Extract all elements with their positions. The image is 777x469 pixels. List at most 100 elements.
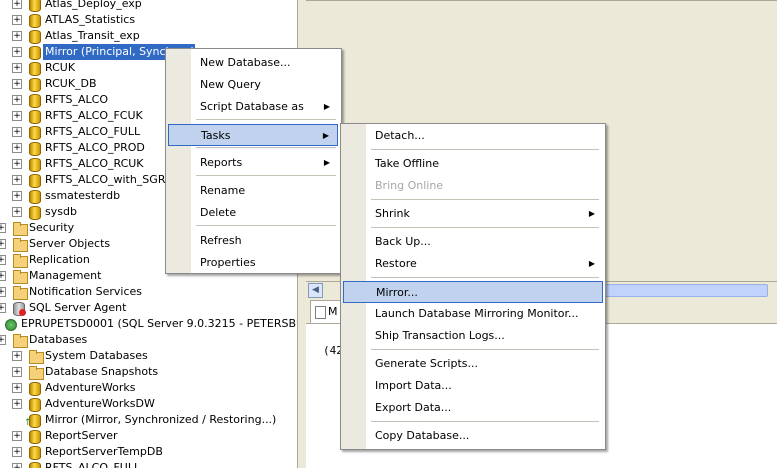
tree-node[interactable]: + AdventureWorksDW xyxy=(0,396,297,412)
expand-icon[interactable]: + xyxy=(12,47,22,57)
menu-item-label: Script Database as xyxy=(200,100,304,113)
tree-node[interactable]: + SQL Server Agent xyxy=(0,300,297,316)
database-icon xyxy=(29,430,41,444)
tree-node-label: RFTS_ALCO_FULL xyxy=(45,125,141,138)
menu-item-label: Copy Database... xyxy=(375,429,470,442)
menu-separator xyxy=(371,227,599,228)
tree-node-label: RFTS_ALCO_FCUK xyxy=(45,109,143,122)
expand-icon[interactable]: + xyxy=(0,239,6,249)
tree-node[interactable]: + Database Snapshots xyxy=(0,364,297,380)
menu-item-tasks[interactable]: Tasks ▶ xyxy=(168,124,338,146)
expand-icon[interactable]: + xyxy=(0,335,6,345)
menu-item-generate-scripts[interactable]: Generate Scripts... xyxy=(343,353,603,375)
tree-node[interactable]: + RFTS_ALCO_FULL xyxy=(0,460,297,468)
menu-item-take-offline[interactable]: Take Offline xyxy=(343,153,603,175)
expand-icon[interactable]: + xyxy=(12,399,22,409)
menu-item-label: Ship Transaction Logs... xyxy=(375,329,505,342)
folder-icon xyxy=(29,366,44,380)
menu-separator xyxy=(196,225,336,226)
menu-item-launch-database-mirroring-monitor[interactable]: Launch Database Mirroring Monitor... xyxy=(343,303,603,325)
folder-icon xyxy=(13,222,28,236)
expand-icon[interactable]: + xyxy=(12,159,22,169)
scroll-left-arrow-icon[interactable]: ◀ xyxy=(308,283,323,298)
menu-item-refresh[interactable]: Refresh xyxy=(168,230,338,252)
expand-icon[interactable]: + xyxy=(12,351,22,361)
tree-node[interactable]: + Databases xyxy=(0,332,297,348)
menu-item-ship-transaction-logs[interactable]: Ship Transaction Logs... xyxy=(343,325,603,347)
expand-icon[interactable]: + xyxy=(12,143,22,153)
tree-node-label: EPRUPETSD0001 (SQL Server 9.0.3215 - PET… xyxy=(21,317,297,330)
database-icon xyxy=(29,206,41,220)
menu-separator xyxy=(371,149,599,150)
sql-agent-icon xyxy=(13,302,26,316)
expand-icon[interactable]: + xyxy=(12,95,22,105)
expand-icon[interactable]: + xyxy=(0,303,6,313)
expand-icon[interactable]: + xyxy=(12,31,22,41)
tree-node-label: RFTS_ALCO_with_SGRL xyxy=(45,173,172,186)
expand-icon[interactable]: + xyxy=(12,111,22,121)
menu-item-rename[interactable]: Rename xyxy=(168,180,338,202)
tree-node[interactable]: + Atlas_Deploy_exp xyxy=(0,0,297,12)
expand-icon[interactable]: + xyxy=(12,383,22,393)
menu-item-shrink[interactable]: Shrink ▶ xyxy=(343,203,603,225)
expand-icon[interactable]: + xyxy=(12,431,22,441)
tree-node[interactable]: + ReportServer xyxy=(0,428,297,444)
menu-item-label: Bring Online xyxy=(375,179,444,192)
tree-node-label: RFTS_ALCO_PROD xyxy=(45,141,145,154)
tree-node[interactable]: + Atlas_Transit_exp xyxy=(0,28,297,44)
expand-icon[interactable]: + xyxy=(12,463,22,468)
tree-node-label: Atlas_Transit_exp xyxy=(45,29,140,42)
folder-icon xyxy=(29,350,44,364)
tree-node-label: Atlas_Deploy_exp xyxy=(45,0,142,10)
menu-item-copy-database[interactable]: Copy Database... xyxy=(343,425,603,447)
menu-item-delete[interactable]: Delete xyxy=(168,202,338,224)
database-icon xyxy=(29,94,41,108)
menu-item-new-query[interactable]: New Query xyxy=(168,74,338,96)
menu-separator xyxy=(371,277,599,278)
menu-item-export-data[interactable]: Export Data... xyxy=(343,397,603,419)
menu-item-detach[interactable]: Detach... xyxy=(343,125,603,147)
expand-icon[interactable]: + xyxy=(12,79,22,89)
expand-icon[interactable]: + xyxy=(12,207,22,217)
tree-node[interactable]: + AdventureWorks xyxy=(0,380,297,396)
expand-icon[interactable]: + xyxy=(12,63,22,73)
database-icon xyxy=(29,382,41,396)
tree-node-label: System Databases xyxy=(45,349,148,362)
database-icon xyxy=(29,462,41,468)
menu-item-label: Back Up... xyxy=(375,235,431,248)
expand-icon[interactable]: + xyxy=(12,447,22,457)
database-icon xyxy=(29,190,41,204)
database-mirror-icon: ↑ xyxy=(24,414,41,428)
database-icon xyxy=(29,78,41,92)
menu-item-label: Export Data... xyxy=(375,401,452,414)
expand-icon[interactable]: + xyxy=(0,271,6,281)
tree-node[interactable]: + Notification Services xyxy=(0,284,297,300)
database-icon xyxy=(29,158,41,172)
tree-node[interactable]: + ReportServerTempDB xyxy=(0,444,297,460)
menu-item-reports[interactable]: Reports ▶ xyxy=(168,152,338,174)
menu-item-back-up[interactable]: Back Up... xyxy=(343,231,603,253)
tree-node[interactable]: +EPRUPETSD0001 (SQL Server 9.0.3215 - PE… xyxy=(0,316,297,332)
expand-icon[interactable]: + xyxy=(0,223,6,233)
expand-icon[interactable]: + xyxy=(0,255,6,265)
tree-node-label: SQL Server Agent xyxy=(29,301,127,314)
expand-icon[interactable]: + xyxy=(0,287,6,297)
tree-node[interactable]: ↑ Mirror (Mirror, Synchronized / Restorin… xyxy=(0,412,297,428)
expand-icon[interactable]: + xyxy=(12,367,22,377)
menu-item-label: Delete xyxy=(200,206,237,219)
tree-node-label: Server Objects xyxy=(29,237,111,250)
expand-icon[interactable]: + xyxy=(12,15,22,25)
menu-item-import-data[interactable]: Import Data... xyxy=(343,375,603,397)
expand-icon[interactable]: + xyxy=(12,175,22,185)
folder-icon xyxy=(13,270,28,284)
menu-item-new-database[interactable]: New Database... xyxy=(168,52,338,74)
tree-node[interactable]: + System Databases xyxy=(0,348,297,364)
menu-item-script-database-as[interactable]: Script Database as ▶ xyxy=(168,96,338,118)
expand-icon[interactable]: + xyxy=(12,191,22,201)
expand-icon[interactable]: + xyxy=(12,127,22,137)
menu-item-properties[interactable]: Properties xyxy=(168,252,338,274)
menu-item-restore[interactable]: Restore ▶ xyxy=(343,253,603,275)
menu-item-mirror[interactable]: Mirror... xyxy=(343,281,603,303)
expand-icon[interactable]: + xyxy=(12,0,22,9)
tree-node[interactable]: + ATLAS_Statistics xyxy=(0,12,297,28)
